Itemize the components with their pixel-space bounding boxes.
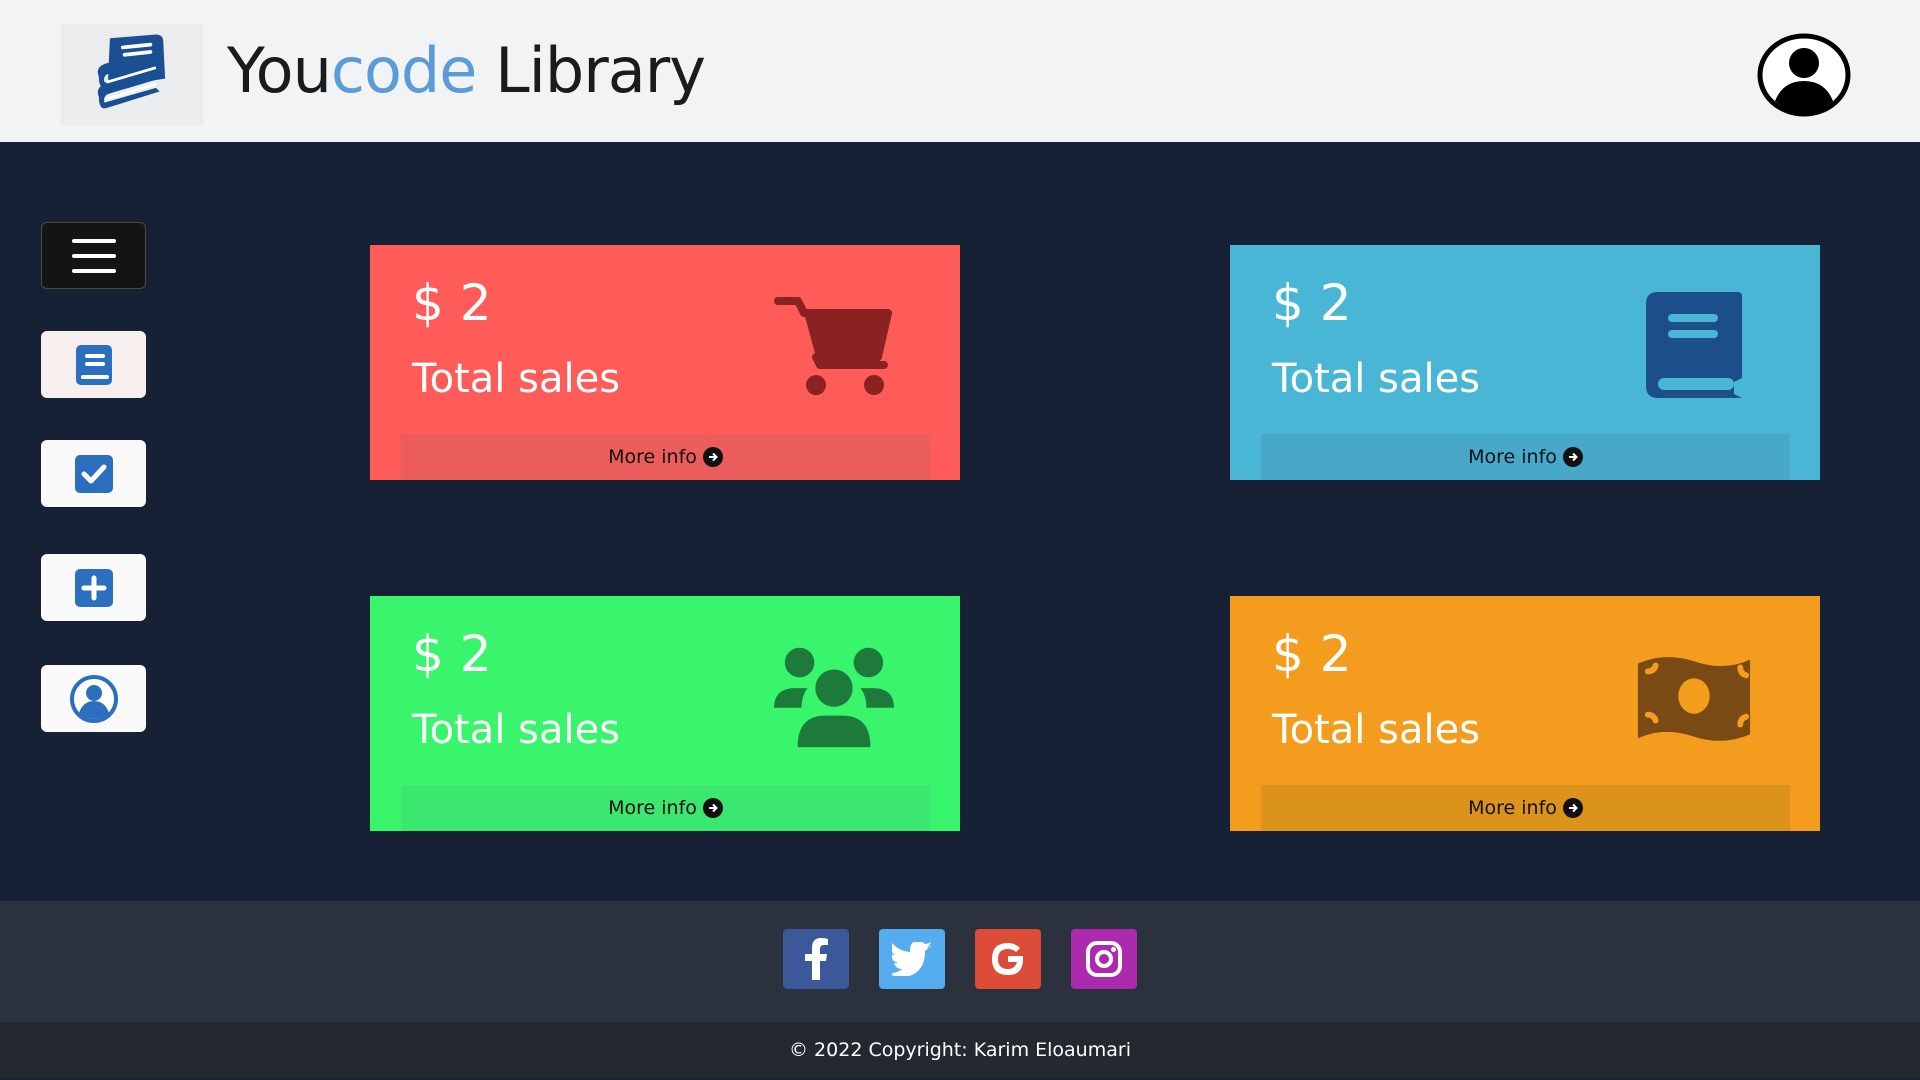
book-icon bbox=[75, 344, 112, 385]
arrow-circle-right-icon bbox=[1562, 447, 1583, 467]
card-label: Total sales bbox=[412, 707, 621, 753]
arrow-circle-right-icon bbox=[702, 798, 723, 818]
user-circle-icon bbox=[1757, 33, 1851, 117]
card-value: $ 2 bbox=[1272, 274, 1352, 332]
user-circle-icon bbox=[69, 674, 118, 723]
stat-card-sales: $ 2 Total sales More info bbox=[370, 245, 960, 480]
check-square-icon bbox=[74, 454, 113, 493]
logo[interactable] bbox=[61, 24, 203, 126]
google-icon bbox=[992, 943, 1023, 975]
google-button[interactable] bbox=[975, 929, 1041, 989]
twitter-icon bbox=[892, 942, 932, 976]
card-label: Total sales bbox=[1272, 356, 1481, 402]
header-avatar[interactable] bbox=[1756, 33, 1852, 117]
card-value: $ 2 bbox=[412, 625, 492, 683]
facebook-icon bbox=[805, 938, 828, 980]
book-icon bbox=[1634, 292, 1754, 398]
more-info-link[interactable]: More info bbox=[1261, 434, 1790, 480]
card-value: $ 2 bbox=[1272, 625, 1352, 683]
stat-card-users: $ 2 Total sales More info bbox=[370, 596, 960, 831]
more-info-link[interactable]: More info bbox=[401, 785, 930, 831]
brand-accent: code bbox=[330, 34, 478, 107]
sidebar-item-tasks[interactable] bbox=[41, 440, 146, 507]
more-info-label: More info bbox=[1468, 446, 1557, 468]
more-info-label: More info bbox=[1468, 797, 1557, 819]
brand-title: Youcode Library bbox=[227, 33, 706, 109]
card-label: Total sales bbox=[1272, 707, 1481, 753]
card-value: $ 2 bbox=[412, 274, 492, 332]
books-icon bbox=[97, 34, 166, 109]
sidebar-item-books[interactable] bbox=[41, 331, 146, 398]
footer bbox=[0, 901, 1920, 1022]
plus-square-icon bbox=[74, 568, 113, 607]
card-label: Total sales bbox=[412, 356, 621, 402]
sidebar-item-profile[interactable] bbox=[41, 665, 146, 732]
twitter-button[interactable] bbox=[879, 929, 945, 989]
menu-toggle-button[interactable] bbox=[41, 222, 146, 289]
stat-card-revenue: $ 2 Total sales More info bbox=[1230, 596, 1820, 831]
facebook-button[interactable] bbox=[783, 929, 849, 989]
more-info-label: More info bbox=[608, 446, 697, 468]
arrow-circle-right-icon bbox=[702, 447, 723, 467]
stat-card-books: $ 2 Total sales More info bbox=[1230, 245, 1820, 480]
money-icon bbox=[1634, 644, 1754, 748]
instagram-icon bbox=[1086, 941, 1122, 977]
brand-part2: Library bbox=[476, 34, 706, 107]
sidebar-item-add[interactable] bbox=[41, 554, 146, 621]
more-info-link[interactable]: More info bbox=[1261, 785, 1790, 831]
more-info-link[interactable]: More info bbox=[401, 434, 930, 480]
hamburger-icon bbox=[71, 238, 116, 273]
copyright: © 2022 Copyright: Karim Eloaumari bbox=[0, 1022, 1920, 1078]
instagram-button[interactable] bbox=[1071, 929, 1137, 989]
brand-part1: You bbox=[227, 34, 332, 107]
arrow-circle-right-icon bbox=[1562, 798, 1583, 818]
cart-icon bbox=[774, 293, 894, 397]
users-icon bbox=[774, 644, 894, 748]
header: Youcode Library bbox=[0, 0, 1920, 142]
more-info-label: More info bbox=[608, 797, 697, 819]
